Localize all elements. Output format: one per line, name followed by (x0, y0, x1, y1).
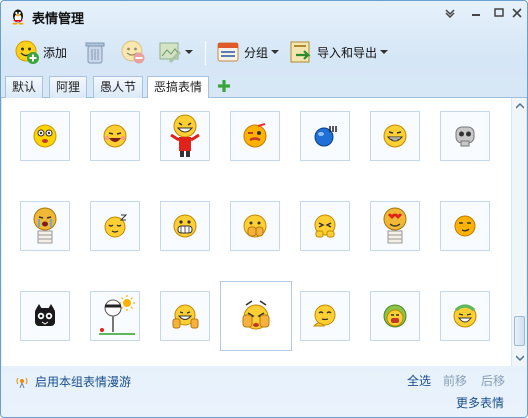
chevron-down-icon (445, 8, 455, 18)
chevron-up-icon (515, 102, 524, 108)
remove-emoticon-icon (121, 40, 145, 64)
emoticon-smirking-face[interactable] (440, 201, 490, 251)
laughing-face-icon (103, 124, 127, 148)
select-all-link[interactable]: 全选 (407, 372, 431, 389)
add-label: 添加 (43, 45, 68, 60)
close-icon (512, 7, 522, 18)
emoticon-squinting-face[interactable] (300, 201, 350, 251)
emoticon-green-mouth-face[interactable] (370, 291, 420, 341)
grinning-face-icon (383, 124, 407, 148)
emoticon-heart-eyes-bandaged[interactable] (370, 201, 420, 251)
emoticon-facepalm-selected[interactable] (220, 281, 292, 351)
minimize-icon (472, 13, 480, 16)
emoticon-yellow-face[interactable] (20, 111, 70, 161)
scroll-down-button[interactable] (512, 350, 527, 365)
menu-button[interactable] (437, 4, 463, 21)
hand-over-face-icon (243, 214, 267, 238)
yellow-face-icon (33, 124, 57, 148)
more-emoticons-link[interactable]: 更多表情 (456, 394, 504, 411)
blue-ball-icon (314, 126, 337, 147)
group-icon (217, 42, 239, 62)
toolbar: 添加 分组 导入和导出 (1, 33, 527, 71)
chevron-down-icon (515, 355, 524, 361)
import-export-dropdown-caret (380, 50, 389, 54)
emoticon-laughing-face[interactable] (90, 111, 140, 161)
picture-icon (159, 42, 182, 64)
emoticon-black-creature[interactable] (20, 291, 70, 341)
trash-icon (85, 42, 105, 64)
add-group-icon[interactable] (216, 78, 232, 94)
import-export-label: 导入和导出 (317, 45, 378, 60)
tab-ali[interactable]: 阿狸 (49, 76, 88, 98)
group-dropdown-caret (271, 50, 280, 54)
crying-bandaged-icon (33, 207, 57, 244)
move-backward-link[interactable]: 后移 (481, 372, 505, 389)
remove-emoticon-button[interactable] (120, 37, 146, 67)
toolbar-separator (205, 41, 206, 65)
add-emoticon-icon (15, 40, 39, 64)
green-laughing-face-icon (453, 304, 477, 328)
emoticon-sunny-pole[interactable] (90, 291, 140, 341)
penguin-icon (12, 9, 24, 25)
emoticon-hand-over-face[interactable] (230, 201, 280, 251)
emoticon-crying-bandaged[interactable] (20, 201, 70, 251)
green-mouth-face-icon (383, 304, 407, 328)
antenna-icon (16, 377, 28, 388)
group-label: 分组 (244, 45, 269, 60)
black-creature-icon (35, 304, 55, 326)
footer: 启用本组表情漫游 全选 前移 后移 更多表情 (1, 367, 527, 417)
emoticon-grey-skull[interactable] (440, 111, 490, 161)
ghost-flailing-icon (170, 114, 200, 157)
move-forward-link[interactable]: 前移 (443, 372, 467, 389)
thumbs-up-face-icon (172, 304, 199, 329)
scroll-thumb[interactable] (514, 316, 525, 346)
big-grin-icon (173, 214, 197, 238)
emoticon-thumbs-up-face[interactable] (160, 291, 210, 341)
sunny-pole-icon (99, 295, 135, 335)
import-export-icon (290, 41, 311, 63)
grey-skull-icon (455, 126, 475, 147)
emoticon-manager-window: 表情管理 添加 分组 导入和导出 默认 阿狸 愚人节 恶搞表情 启用本组表情漫游… (0, 0, 528, 418)
emoticon-sleepy-face[interactable] (90, 201, 140, 251)
close-button[interactable] (504, 4, 528, 21)
emoticon-grid (2, 98, 511, 366)
winking-red-face-icon (243, 123, 267, 148)
roam-label: 启用本组表情漫游 (35, 375, 132, 389)
emoticon-grinning-face[interactable] (370, 111, 420, 161)
tab-default[interactable]: 默认 (5, 76, 44, 98)
add-button[interactable]: 添加 (14, 37, 67, 67)
roam-toggle[interactable]: 启用本组表情漫游 (15, 373, 131, 390)
import-export-button[interactable]: 导入和导出 (288, 37, 389, 67)
smirking-face-icon (454, 215, 476, 237)
edit-button[interactable] (158, 37, 193, 67)
tab-funny-emoticons[interactable]: 恶搞表情 (147, 76, 210, 99)
sleepy-face-icon (104, 214, 128, 238)
emoticon-winking-red-face[interactable] (230, 111, 280, 161)
emoticon-green-laughing-face[interactable] (440, 291, 490, 341)
tab-april-fools[interactable]: 愚人节 (93, 76, 144, 98)
window-title: 表情管理 (32, 12, 85, 27)
emoticon-shy-face[interactable] (300, 291, 350, 341)
vertical-scrollbar[interactable] (511, 98, 526, 366)
emoticon-big-grin[interactable] (160, 201, 210, 251)
group-button[interactable]: 分组 (215, 37, 280, 67)
emoticon-ghost-flailing[interactable] (160, 111, 210, 161)
delete-button[interactable] (83, 37, 107, 67)
title-bar: 表情管理 (1, 1, 527, 31)
heart-eyes-bandaged-icon (383, 207, 407, 244)
squinting-face-icon (314, 214, 336, 238)
edit-dropdown-caret[interactable] (185, 50, 193, 54)
scroll-up-button[interactable] (512, 98, 527, 113)
group-tab-bar: 默认 阿狸 愚人节 恶搞表情 (1, 74, 527, 99)
facepalm-icon (242, 300, 270, 330)
emoticon-blue-ball[interactable] (300, 111, 350, 161)
shy-face-icon (312, 304, 336, 327)
